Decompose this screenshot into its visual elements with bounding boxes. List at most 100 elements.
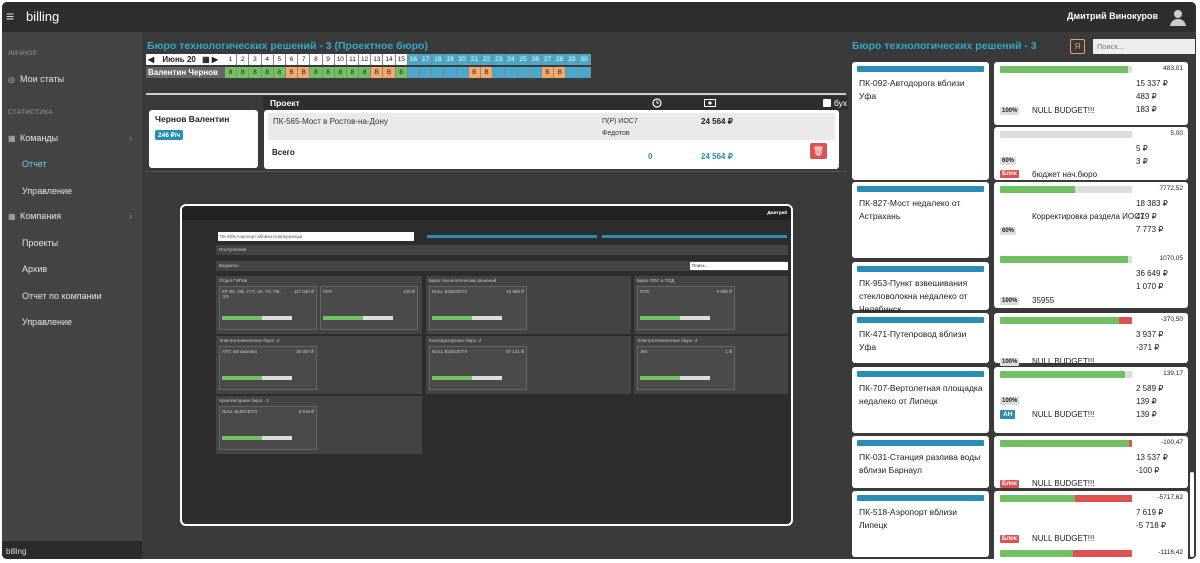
calendar-day[interactable]: 14 bbox=[383, 54, 396, 65]
scrollbar[interactable] bbox=[1190, 472, 1194, 557]
budget-card[interactable]: 5,00 5 ₽ 3 ₽ 60% Блок бюджет нач.бюро bbox=[994, 127, 1188, 180]
search-input[interactable] bbox=[1093, 39, 1195, 54]
budget-card[interactable]: 483,01 15 337 ₽ 483 ₽ 183 ₽ 100% NULL BUDGET!… bbox=[994, 62, 1188, 125]
project-card[interactable]: ПК-518-Аэропорт вблизи Липецк bbox=[852, 491, 989, 557]
calendar-cell[interactable] bbox=[407, 67, 420, 78]
calendar-day[interactable]: 22 bbox=[480, 54, 494, 65]
sidebar-item-manage[interactable]: Управление bbox=[22, 186, 150, 196]
user-icon[interactable] bbox=[1168, 7, 1188, 27]
budget-card[interactable]: -370,50 3 937 ₽ -371 ₽ 100% NULL BUDGET!!! bbox=[994, 313, 1188, 366]
divider bbox=[146, 171, 846, 172]
calendar-cell[interactable]: В bbox=[298, 67, 311, 78]
project-card[interactable]: ПК-031-Станция разлива воды вблизи Барна… bbox=[852, 436, 989, 488]
user-name[interactable]: Дмитрий Винокуров bbox=[1067, 11, 1158, 21]
sidebar-item-teams[interactable]: ▦ Команды › bbox=[8, 133, 136, 143]
calendar-cell[interactable]: В bbox=[371, 67, 384, 78]
calendar-cell[interactable]: 8 bbox=[334, 67, 347, 78]
next-month-icon[interactable]: ▶ bbox=[212, 55, 218, 64]
hamburger-icon[interactable]: ≡ bbox=[6, 8, 14, 24]
calendar-day[interactable]: 12 bbox=[359, 54, 372, 65]
delete-button[interactable]: 🗑 bbox=[810, 143, 827, 159]
calendar-day[interactable]: 3 bbox=[249, 54, 262, 65]
calendar-day[interactable]: 19 bbox=[444, 54, 457, 65]
calendar-cell[interactable] bbox=[517, 67, 530, 78]
calendar-cell[interactable]: 8 bbox=[225, 67, 238, 78]
calendar-cell[interactable]: 8 bbox=[310, 67, 323, 78]
calendar-day[interactable]: 2 bbox=[237, 54, 250, 65]
calendar-cell[interactable]: В bbox=[480, 67, 494, 78]
budget-card[interactable]: -100,47 13 537 ₽ -100 ₽ Блок NULL BUDGET!!! bbox=[994, 436, 1188, 488]
sidebar-item-my-stats[interactable]: ◎ Мои статы bbox=[8, 74, 136, 84]
calendar-cell[interactable]: В bbox=[541, 67, 555, 78]
calendar-day[interactable]: 29 bbox=[566, 54, 579, 65]
calendar-day[interactable]: 8 bbox=[310, 54, 323, 65]
calendar-day[interactable]: 7 bbox=[298, 54, 311, 65]
calendar-day[interactable]: 11 bbox=[346, 54, 360, 65]
calendar-cell[interactable]: 8 bbox=[395, 67, 408, 78]
calendar-cell[interactable]: В bbox=[285, 67, 299, 78]
calendar-cell[interactable] bbox=[444, 67, 457, 78]
calendar-cell[interactable] bbox=[566, 67, 579, 78]
sidebar-item-archive[interactable]: Архив bbox=[22, 264, 150, 274]
calendar-day[interactable]: 1 bbox=[225, 54, 238, 65]
calendar-day[interactable]: 6 bbox=[285, 54, 299, 65]
calendar-cell[interactable]: 8 bbox=[322, 67, 335, 78]
sidebar-item-company-report[interactable]: Отчет по компании bbox=[22, 291, 150, 301]
budget-card[interactable]: 139,17 2 589 ₽ 139 ₽ 139 ₽ 100% АН NULL BUDGET… bbox=[994, 367, 1188, 433]
calendar-day[interactable]: 25 bbox=[517, 54, 530, 65]
project-card[interactable]: ПК-953-Пункт взвешивания стекловолокна н… bbox=[852, 262, 989, 314]
calendar-cell[interactable]: 8 bbox=[249, 67, 262, 78]
prev-month-icon[interactable]: ◀ bbox=[148, 55, 154, 64]
calendar-cell[interactable] bbox=[505, 67, 518, 78]
project-card[interactable]: ПК-707-Вертолетная площадка недалеко от … bbox=[852, 367, 989, 433]
calendar-day[interactable]: 28 bbox=[554, 54, 567, 65]
calendar-day[interactable]: 30 bbox=[578, 54, 591, 65]
calendar-cell[interactable]: 8 bbox=[261, 67, 274, 78]
project-card[interactable]: ПК-827-Мост недалеко от Астрахань bbox=[852, 182, 989, 258]
calendar-day[interactable]: 17 bbox=[420, 54, 433, 65]
calendar-cell[interactable]: 8 bbox=[237, 67, 250, 78]
sidebar-item-projects[interactable]: Проекты bbox=[22, 238, 150, 248]
calendar-cell[interactable] bbox=[493, 67, 506, 78]
accounting-checkbox[interactable] bbox=[823, 99, 831, 107]
calendar-day[interactable]: 24 bbox=[505, 54, 518, 65]
calendar-day[interactable]: 10 bbox=[334, 54, 347, 65]
budget-card[interactable]: -1116,42 bbox=[994, 546, 1188, 559]
calendar-day[interactable]: 16 bbox=[407, 54, 420, 65]
calendar-day[interactable]: 18 bbox=[432, 54, 445, 65]
sidebar-item-company-manage[interactable]: Управление bbox=[22, 317, 150, 327]
calendar-cell[interactable]: 8 bbox=[273, 67, 286, 78]
calendar-cell[interactable]: 8 bbox=[359, 67, 372, 78]
calendar-day[interactable]: 15 bbox=[395, 54, 408, 65]
calendar-cell[interactable] bbox=[420, 67, 433, 78]
sidebar-section-stats: СТАТИСТИКА bbox=[8, 109, 53, 116]
calendar-cell[interactable] bbox=[432, 67, 445, 78]
calendar-day[interactable]: 23 bbox=[493, 54, 506, 65]
calendar-day[interactable]: 4 bbox=[261, 54, 274, 65]
calendar-cell[interactable]: В bbox=[383, 67, 396, 78]
filter-button[interactable]: Я bbox=[1070, 39, 1085, 54]
calendar-day[interactable]: 21 bbox=[468, 54, 481, 65]
calendar-icon[interactable]: ▦ bbox=[202, 55, 210, 64]
calendar-cell[interactable] bbox=[529, 67, 542, 78]
brand-logo[interactable]: billing bbox=[26, 9, 59, 24]
table-row[interactable]: ПК-565-Мост в Ростов-на-Дону П(Р) ИОС7 Ф… bbox=[268, 113, 835, 140]
calendar-day[interactable]: 26 bbox=[529, 54, 542, 65]
calendar-cell[interactable] bbox=[456, 67, 469, 78]
calendar-day[interactable]: 20 bbox=[456, 54, 469, 65]
calendar-cell[interactable] bbox=[578, 67, 591, 78]
calendar-day[interactable]: 27 bbox=[541, 54, 555, 65]
calendar-day[interactable]: 5 bbox=[273, 54, 286, 65]
project-card[interactable]: ПК-092-Автодорога вблизи Уфа bbox=[852, 62, 989, 180]
percent-badge: 100% bbox=[1000, 107, 1020, 115]
project-card[interactable]: ПК-471-Путепровод вблизи Уфа bbox=[852, 313, 989, 363]
sidebar-item-company[interactable]: ▦ Компания › bbox=[8, 211, 136, 221]
calendar-cell[interactable]: В bbox=[468, 67, 481, 78]
calendar-cell[interactable]: В bbox=[554, 67, 567, 78]
calendar-day[interactable]: 9 bbox=[322, 54, 335, 65]
budget-card[interactable]: 1070,05 36 649 ₽ 1 070 ₽ 100% 35955 bbox=[994, 252, 1188, 308]
calendar-cell[interactable]: 8 bbox=[346, 67, 360, 78]
sidebar-item-report[interactable]: Отчет bbox=[22, 159, 150, 169]
calendar-day[interactable]: 13 bbox=[371, 54, 384, 65]
budget-card[interactable]: 7772,52 18 383 ₽419 ₽7 773 ₽60% Корректиро… bbox=[994, 182, 1188, 258]
